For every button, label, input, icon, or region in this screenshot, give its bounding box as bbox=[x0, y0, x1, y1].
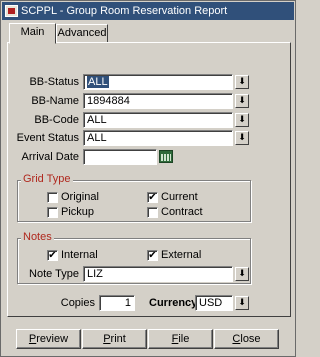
print-button[interactable]: Print bbox=[82, 329, 147, 349]
currency-field[interactable]: USD bbox=[195, 295, 233, 311]
original-label: Original bbox=[61, 191, 99, 203]
check-icon: ✔ bbox=[148, 192, 157, 203]
event-status-value: ALL bbox=[87, 132, 107, 144]
print-label: rint bbox=[110, 333, 126, 345]
bb-status-field[interactable]: ALL bbox=[83, 74, 233, 90]
bb-code-label: BB-Code bbox=[34, 114, 79, 126]
pickup-checkbox[interactable] bbox=[47, 207, 58, 218]
copies-value: 1 bbox=[124, 297, 131, 309]
contract-checkbox[interactable] bbox=[147, 207, 158, 218]
external-checkbox[interactable]: ✔ bbox=[147, 250, 158, 261]
current-checkbox[interactable]: ✔ bbox=[147, 192, 158, 203]
down-arrow-icon[interactable]: ⬇ bbox=[235, 296, 249, 310]
preview-button[interactable]: Preview bbox=[16, 329, 81, 349]
title-bar[interactable]: SCPPL - Group Room Reservation Report bbox=[2, 2, 294, 20]
internal-label: Internal bbox=[61, 249, 98, 261]
currency-value: USD bbox=[199, 297, 223, 309]
down-arrow-icon[interactable]: ⬇ bbox=[235, 113, 249, 127]
copies-label: Copies bbox=[60, 297, 95, 309]
notes-title: Notes bbox=[21, 231, 54, 243]
pickup-label: Pickup bbox=[61, 206, 95, 218]
print-mnemonic: P bbox=[103, 333, 111, 345]
event-status-label: Event Status bbox=[16, 132, 79, 144]
tab-main-label: Main bbox=[20, 26, 45, 38]
bb-code-value: ALL bbox=[87, 114, 107, 126]
down-arrow-icon[interactable]: ⬇ bbox=[235, 75, 249, 89]
calendar-icon[interactable] bbox=[159, 150, 173, 163]
bb-status-label: BB-Status bbox=[29, 76, 79, 88]
bb-code-field[interactable]: ALL bbox=[83, 112, 233, 128]
contract-label: Contract bbox=[161, 206, 203, 218]
bb-name-field[interactable]: 1894884 bbox=[83, 93, 233, 109]
file-label: ile bbox=[178, 333, 190, 345]
grid-type-title: Grid Type bbox=[21, 173, 73, 185]
arrival-date-label: Arrival Date bbox=[21, 151, 79, 163]
tab-advanced-label: Advanced bbox=[57, 27, 107, 39]
note-type-value: LIZ bbox=[87, 268, 103, 280]
report-dialog: SCPPL - Group Room Reservation Report Ma… bbox=[0, 0, 296, 357]
note-type-label: Note Type bbox=[29, 268, 79, 280]
arrival-date-field[interactable] bbox=[83, 149, 157, 165]
original-checkbox[interactable] bbox=[47, 192, 58, 203]
bb-name-value: 1894884 bbox=[87, 95, 130, 107]
close-label: lose bbox=[240, 333, 261, 345]
copies-field[interactable]: 1 bbox=[99, 295, 135, 311]
tab-advanced[interactable]: Advanced bbox=[56, 24, 108, 43]
bb-name-label: BB-Name bbox=[31, 95, 79, 107]
check-icon: ✔ bbox=[148, 250, 157, 261]
bb-status-value: ALL bbox=[87, 76, 109, 88]
window-title: SCPPL - Group Room Reservation Report bbox=[21, 5, 228, 17]
internal-checkbox[interactable]: ✔ bbox=[47, 250, 58, 261]
close-button[interactable]: Close bbox=[214, 329, 279, 349]
currency-label: Currency bbox=[149, 297, 198, 309]
app-icon bbox=[5, 5, 18, 17]
tab-main[interactable]: Main bbox=[9, 23, 56, 44]
current-label: Current bbox=[161, 191, 198, 203]
check-icon: ✔ bbox=[48, 250, 57, 261]
file-button[interactable]: File bbox=[148, 329, 213, 349]
external-label: External bbox=[161, 249, 202, 261]
preview-label: review bbox=[36, 333, 69, 345]
event-status-field[interactable]: ALL bbox=[83, 130, 233, 146]
down-arrow-icon[interactable]: ⬇ bbox=[235, 131, 249, 145]
down-arrow-icon[interactable]: ⬇ bbox=[235, 94, 249, 108]
note-type-field[interactable]: LIZ bbox=[83, 266, 233, 282]
down-arrow-icon[interactable]: ⬇ bbox=[235, 267, 249, 281]
